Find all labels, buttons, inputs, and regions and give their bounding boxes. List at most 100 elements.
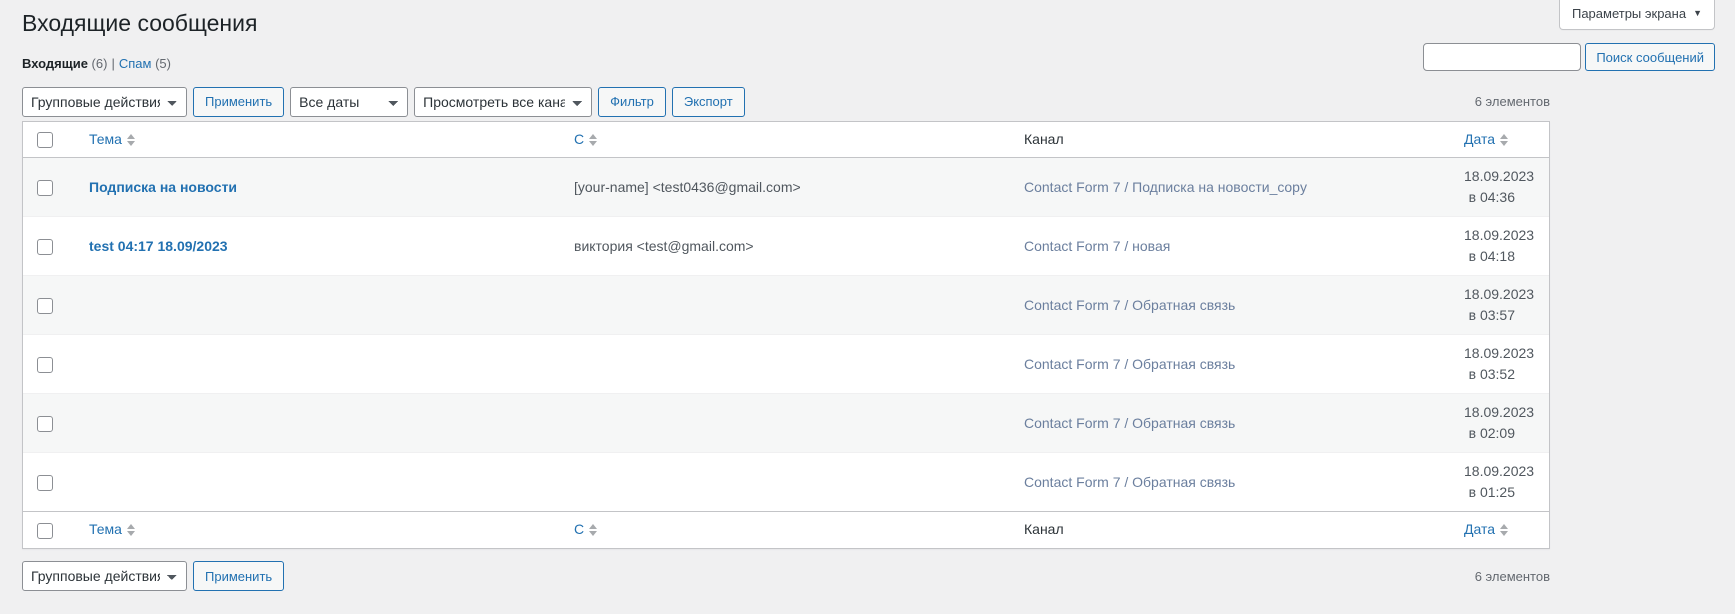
table-row[interactable]: Contact Form 7 / Обратная связь 18.09.20… <box>23 452 1549 511</box>
column-label-channel-bottom: Канал <box>1024 521 1064 538</box>
view-link-spam[interactable]: Спам <box>119 56 152 71</box>
row-date-cell: 18.09.2023 в 03:52 <box>1454 334 1549 393</box>
subject-link[interactable]: test 04:17 18.09/2023 <box>89 238 228 254</box>
row-channel-cell: Contact Form 7 / Обратная связь <box>1014 334 1454 393</box>
table-row[interactable]: Contact Form 7 / Обратная связь 18.09.20… <box>23 275 1549 335</box>
sort-link-subject-top[interactable]: Тема <box>89 130 135 150</box>
channel-link[interactable]: Contact Form 7 / Обратная связь <box>1024 415 1235 431</box>
sort-link-subject-bottom[interactable]: Тема <box>89 520 135 540</box>
channel-link[interactable]: Contact Form 7 / Подписка на новости_cop… <box>1024 179 1307 195</box>
page-title: Входящие сообщения <box>22 10 258 36</box>
row-select-cell <box>23 275 79 335</box>
channel-link[interactable]: Contact Form 7 / новая <box>1024 238 1170 254</box>
table-body: Подписка на новости [your-name] <test043… <box>23 158 1549 511</box>
table-row[interactable]: Подписка на новости [your-name] <test043… <box>23 158 1549 217</box>
apply-button-bottom[interactable]: Применить <box>193 561 285 592</box>
table-row[interactable]: test 04:17 18.09/2023 виктория <test@gma… <box>23 216 1549 275</box>
screen-meta-links: Параметры экрана ▼ <box>1558 0 1715 30</box>
sort-arrows-icon <box>126 133 135 146</box>
row-checkbox[interactable] <box>37 416 53 433</box>
column-footer-date: Дата <box>1454 511 1549 549</box>
row-channel-cell: Contact Form 7 / Обратная связь <box>1014 393 1454 453</box>
chevron-down-icon: ▼ <box>1693 8 1702 18</box>
column-label-subject-top: Тема <box>89 130 122 147</box>
row-select-cell <box>23 393 79 453</box>
row-checkbox[interactable] <box>37 180 53 197</box>
view-count-inbox: (6) <box>91 55 108 71</box>
apply-button-top[interactable]: Применить <box>193 86 285 117</box>
row-date-cell: 18.09.2023 в 04:18 <box>1454 216 1549 275</box>
subject-link[interactable]: Подписка на новости <box>89 179 237 195</box>
select-all-checkbox-bottom[interactable] <box>37 522 53 539</box>
screen-options-label: Параметры экрана <box>1571 6 1687 21</box>
select-all-header <box>23 121 79 159</box>
column-header-from: С <box>564 121 1014 159</box>
bulk-action-select-bottom[interactable]: Групповые действия <box>22 561 187 592</box>
table-header-row: Тема С Канал Дата <box>23 121 1549 159</box>
row-date-cell: 18.09.2023 в 04:36 <box>1454 158 1549 217</box>
row-checkbox[interactable] <box>37 357 53 374</box>
displaying-num-top: 6 элементов <box>1474 94 1550 110</box>
column-label-date-top: Дата <box>1464 130 1496 147</box>
row-date-cell: 18.09.2023 в 01:25 <box>1454 452 1549 511</box>
column-footer-from: С <box>564 511 1014 549</box>
channel-link[interactable]: Contact Form 7 / Обратная связь <box>1024 356 1235 372</box>
sort-link-date-bottom[interactable]: Дата <box>1464 520 1509 540</box>
row-channel-cell: Contact Form 7 / Подписка на новости_cop… <box>1014 158 1454 217</box>
select-all-footer <box>23 511 79 549</box>
content-wrap: Входящие сообщения Входящие (6) | Спам (… <box>0 0 1715 592</box>
filter-button[interactable]: Фильтр <box>598 86 666 117</box>
search-submit-button[interactable]: Поиск сообщений <box>1585 43 1715 71</box>
row-checkbox[interactable] <box>37 239 53 256</box>
date-filter-select[interactable]: Все даты <box>290 86 409 117</box>
row-from-cell <box>564 334 1014 393</box>
row-subject-cell <box>79 334 564 393</box>
column-label-from-top: С <box>574 130 585 147</box>
table-nav-top: Групповые действия Применить Все даты Пр… <box>22 86 1550 117</box>
row-select-cell <box>23 216 79 275</box>
table-head: Тема С Канал Дата <box>23 121 1549 159</box>
table-foot: Тема С Канал Дата <box>23 511 1549 549</box>
admin-page: Параметры экрана ▼ Входящие сообщения Вх… <box>0 0 1735 614</box>
sort-link-from-bottom[interactable]: С <box>574 520 598 540</box>
row-select-cell <box>23 158 79 217</box>
messages-table: Тема С Канал Дата Подписка на новости [y… <box>22 120 1550 550</box>
sort-link-date-top[interactable]: Дата <box>1464 130 1509 150</box>
column-header-date: Дата <box>1454 121 1549 159</box>
sort-link-from-top[interactable]: С <box>574 130 598 150</box>
row-select-cell <box>23 452 79 511</box>
select-all-checkbox-top[interactable] <box>37 132 53 149</box>
row-date-cell: 18.09.2023 в 03:57 <box>1454 275 1549 335</box>
row-select-cell <box>23 334 79 393</box>
table-row[interactable]: Contact Form 7 / Обратная связь 18.09.20… <box>23 334 1549 393</box>
view-filter-inbox: Входящие (6) <box>22 51 107 77</box>
row-checkbox[interactable] <box>37 298 53 315</box>
row-from-cell <box>564 275 1014 335</box>
bulk-action-select-top[interactable]: Групповые действия <box>22 86 187 117</box>
view-separator: | <box>111 55 115 71</box>
column-label-channel-top: Канал <box>1024 130 1064 147</box>
column-header-channel: Канал <box>1014 121 1454 159</box>
row-subject-cell <box>79 452 564 511</box>
column-label-from-bottom: С <box>574 521 585 538</box>
channel-link[interactable]: Contact Form 7 / Обратная связь <box>1024 474 1235 490</box>
view-count-spam: (5) <box>155 55 171 71</box>
search-input[interactable] <box>1423 43 1582 71</box>
row-channel-cell: Contact Form 7 / Обратная связь <box>1014 275 1454 335</box>
search-box: Поиск сообщений <box>1423 43 1715 71</box>
sort-arrows-icon <box>1500 524 1509 537</box>
screen-options-button[interactable]: Параметры экрана ▼ <box>1558 0 1715 30</box>
view-filter-spam: Спам (5) <box>119 51 171 77</box>
channel-filter-select[interactable]: Просмотреть все каналы <box>414 86 593 117</box>
sort-arrows-icon <box>589 133 598 146</box>
displaying-num-bottom: 6 элементов <box>1474 568 1550 584</box>
row-subject-cell: test 04:17 18.09/2023 <box>79 216 564 275</box>
export-button[interactable]: Экспорт <box>671 86 745 117</box>
row-subject-cell <box>79 275 564 335</box>
view-link-inbox[interactable]: Входящие <box>22 56 88 71</box>
table-row[interactable]: Contact Form 7 / Обратная связь 18.09.20… <box>23 393 1549 453</box>
row-channel-cell: Contact Form 7 / новая <box>1014 216 1454 275</box>
column-label-date-bottom: Дата <box>1464 521 1496 538</box>
row-checkbox[interactable] <box>37 475 53 492</box>
channel-link[interactable]: Contact Form 7 / Обратная связь <box>1024 297 1235 313</box>
